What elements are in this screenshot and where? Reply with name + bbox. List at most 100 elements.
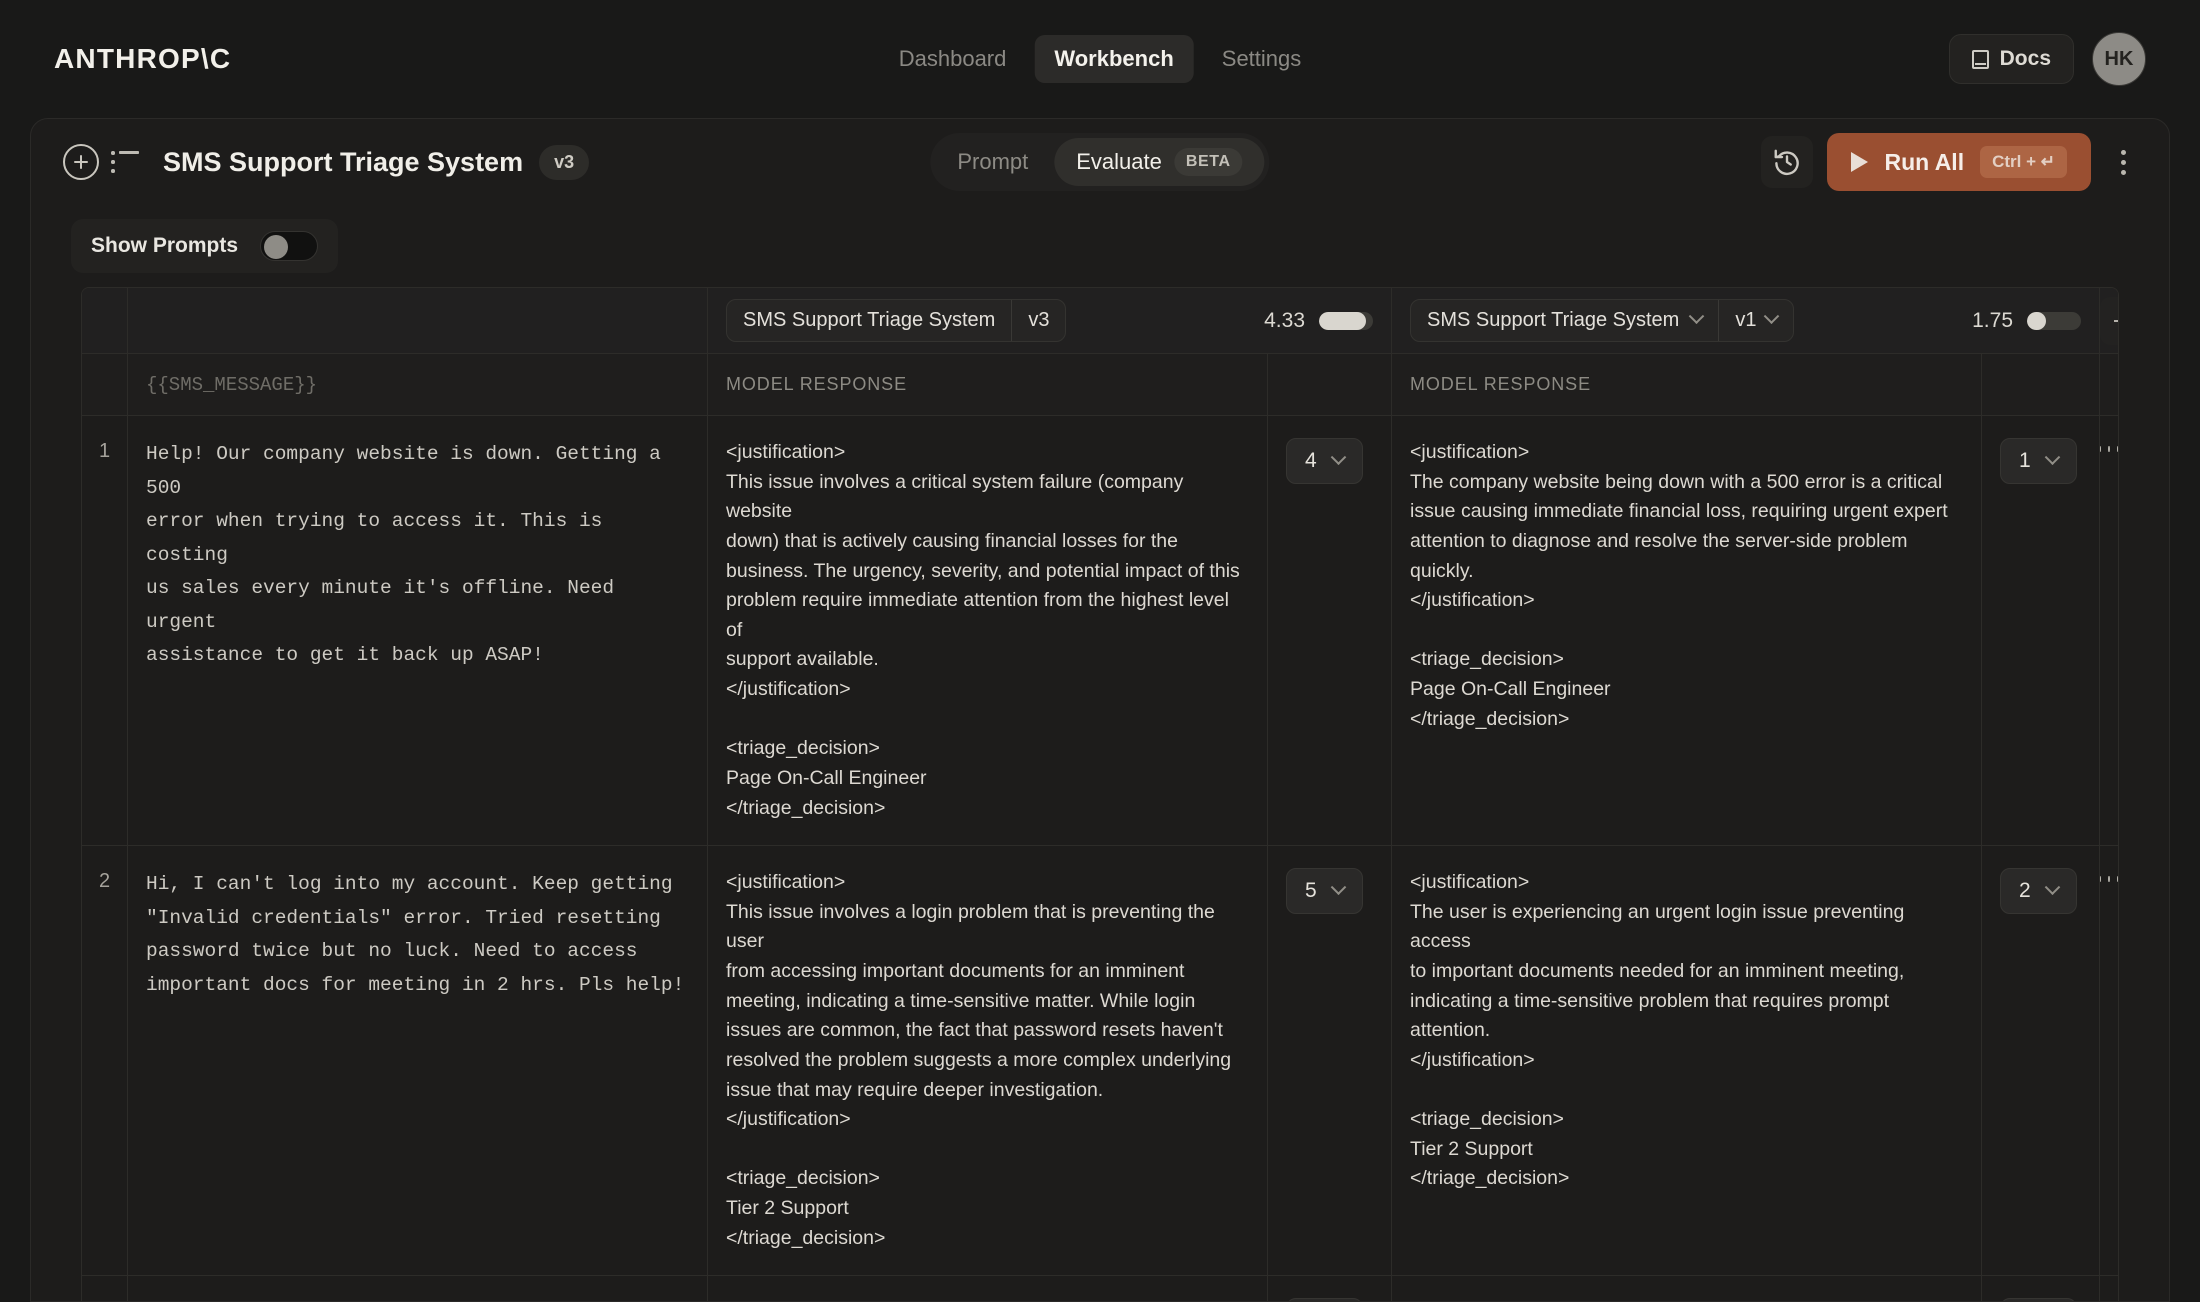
row-more-button[interactable] [2100, 846, 2118, 883]
history-icon [1775, 149, 1800, 176]
subheader-score-1 [1268, 354, 1392, 415]
row-response-text-2: <justification> The issue involves a cri… [1410, 1298, 1963, 1301]
subheader-index-cell [82, 354, 128, 415]
subheader-menu-cell [2100, 354, 2118, 415]
docs-button[interactable]: Docs [1948, 34, 2074, 84]
row-response-cell-2[interactable]: <justification> The company website bein… [1392, 416, 1982, 846]
model-version-2-text: v1 [1735, 309, 1757, 331]
row-response-text-1: <justification> This issue involves a cr… [726, 1298, 1249, 1301]
more-options-button[interactable] [2105, 149, 2141, 175]
row-score-value-1: 5 [1305, 879, 1317, 903]
kebab-dot-icon [2108, 876, 2110, 883]
model-selector-2[interactable]: SMS Support Triage System v1 [1410, 299, 1795, 342]
beta-badge: BETA [1173, 148, 1243, 176]
model-response-label-2: MODEL RESPONSE [1410, 374, 1591, 394]
chevron-down-icon [1689, 308, 1705, 325]
row-more-button[interactable] [2100, 1276, 2118, 1301]
run-all-shortcut: Ctrl + ↵ [1980, 146, 2067, 178]
row-response-text-1: <justification> This issue involves a lo… [726, 871, 1232, 1249]
row-score-value-1: 4 [1305, 449, 1317, 472]
row-score-dropdown-2[interactable]: 2 [2000, 868, 2077, 915]
nav-item-workbench[interactable]: Workbench [1034, 35, 1194, 83]
row-score-dropdown-1[interactable]: 4 [1286, 1298, 1363, 1301]
main-nav: Dashboard Workbench Settings [879, 35, 1322, 83]
model-name-2[interactable]: SMS Support Triage System [1411, 300, 1718, 341]
model-version-1[interactable]: v3 [1011, 300, 1065, 341]
version-badge[interactable]: v3 [539, 144, 590, 180]
column-score-bar-2 [2027, 311, 2081, 330]
row-response-text-2: <justification> The user is experiencing… [1410, 871, 1905, 1190]
show-prompts-row: Show Prompts [31, 205, 2169, 287]
nav-item-dashboard[interactable]: Dashboard [879, 35, 1027, 83]
tab-evaluate[interactable]: Evaluate BETA [1054, 138, 1265, 186]
workbench-toolbar: SMS Support Triage System v3 Prompt Eval… [31, 119, 2169, 205]
model-name-1[interactable]: SMS Support Triage System [727, 300, 1011, 341]
table-row: 3 Hey, our database is running super slo… [82, 1276, 2118, 1301]
column-score-1: 4.33 [1264, 309, 1373, 333]
list-view-button[interactable] [103, 140, 147, 184]
play-icon [1851, 152, 1869, 172]
kebab-dot-icon [2116, 876, 2118, 883]
table-subheader-row: {{SMS_MESSAGE}} MODEL RESPONSE MODEL RES… [82, 354, 2118, 416]
chevron-down-icon [2044, 448, 2060, 465]
row-score-value-2: 1 [2019, 449, 2031, 472]
row-response-cell-1[interactable]: <justification> This issue involves a cr… [708, 1276, 1268, 1301]
docs-button-label: Docs [1999, 47, 2051, 70]
row-input-text: Hey, our database is running super slow.… [146, 1298, 689, 1301]
row-menu-cell [2100, 1276, 2118, 1301]
kebab-dot-icon [2100, 446, 2102, 452]
list-icon [111, 151, 139, 173]
chevron-down-icon [1764, 308, 1780, 325]
show-prompts-label: Show Prompts [91, 234, 239, 257]
row-menu-cell [2100, 416, 2118, 845]
book-icon [1971, 49, 1989, 69]
header-add-column-cell [2100, 288, 2118, 353]
row-score-dropdown-2[interactable]: 1 [2000, 1298, 2077, 1301]
row-score-dropdown-1[interactable]: 5 [1286, 868, 1363, 915]
row-menu-cell [2100, 846, 2118, 1275]
history-button[interactable] [1761, 136, 1814, 188]
header-input-cell [128, 288, 708, 353]
row-index: 3 [82, 1276, 128, 1301]
row-response-cell-2[interactable]: <justification> The issue involves a cri… [1392, 1276, 1982, 1301]
kebab-dot-icon [2120, 159, 2126, 165]
plus-icon [2100, 296, 2118, 345]
header-index-cell [82, 288, 128, 353]
top-navigation-bar: ANTHROP\C Dashboard Workbench Settings D… [0, 0, 2200, 118]
tab-prompt[interactable]: Prompt [935, 139, 1050, 185]
row-score-dropdown-2[interactable]: 1 [2000, 438, 2077, 484]
new-item-button[interactable] [59, 140, 103, 184]
row-score-cell-2: 1 [1982, 416, 2100, 846]
mode-tabs: Prompt Evaluate BETA [930, 133, 1270, 191]
table-row: 1 Help! Our company website is down. Get… [82, 416, 2118, 847]
model-selector-1[interactable]: SMS Support Triage System v3 [726, 299, 1067, 342]
run-all-button[interactable]: Run All Ctrl + ↵ [1827, 133, 2091, 191]
row-response-cell-2[interactable]: <justification> The user is experiencing… [1392, 846, 1982, 1276]
row-index: 1 [82, 416, 128, 846]
add-column-button[interactable] [2100, 288, 2118, 353]
avatar[interactable]: HK [2092, 32, 2146, 86]
column-score-bar-1 [1319, 311, 1373, 330]
page-title: SMS Support Triage System [163, 146, 524, 177]
row-index: 2 [82, 846, 128, 1276]
row-input-cell[interactable]: Hey, our database is running super slow.… [128, 1276, 708, 1301]
header-column-1: SMS Support Triage System v3 4.33 [708, 288, 1392, 353]
row-more-button[interactable] [2100, 416, 2118, 452]
workbench-app: ANTHROP\C Dashboard Workbench Settings D… [0, 0, 2200, 1302]
model-version-2[interactable]: v1 [1718, 300, 1793, 341]
show-prompts-control[interactable]: Show Prompts [71, 219, 339, 273]
row-input-cell[interactable]: Hi, I can't log into my account. Keep ge… [128, 846, 708, 1276]
row-score-dropdown-1[interactable]: 4 [1286, 438, 1363, 484]
row-score-cell-1: 5 [1268, 846, 1392, 1276]
column-score-value-1: 4.33 [1264, 308, 1305, 332]
evaluation-table: SMS Support Triage System v3 4.33 SMS Su… [81, 287, 2119, 1301]
model-name-2-text: SMS Support Triage System [1427, 309, 1680, 331]
show-prompts-toggle[interactable] [260, 231, 319, 261]
row-response-cell-1[interactable]: <justification> This issue involves a lo… [708, 846, 1268, 1276]
plus-circle-icon [63, 144, 99, 180]
column-score-value-2: 1.75 [1972, 308, 2013, 332]
table-row: 2 Hi, I can't log into my account. Keep … [82, 846, 2118, 1277]
nav-item-settings[interactable]: Settings [1202, 35, 1322, 83]
row-response-cell-1[interactable]: <justification> This issue involves a cr… [708, 416, 1268, 846]
row-input-cell[interactable]: Help! Our company website is down. Getti… [128, 416, 708, 846]
